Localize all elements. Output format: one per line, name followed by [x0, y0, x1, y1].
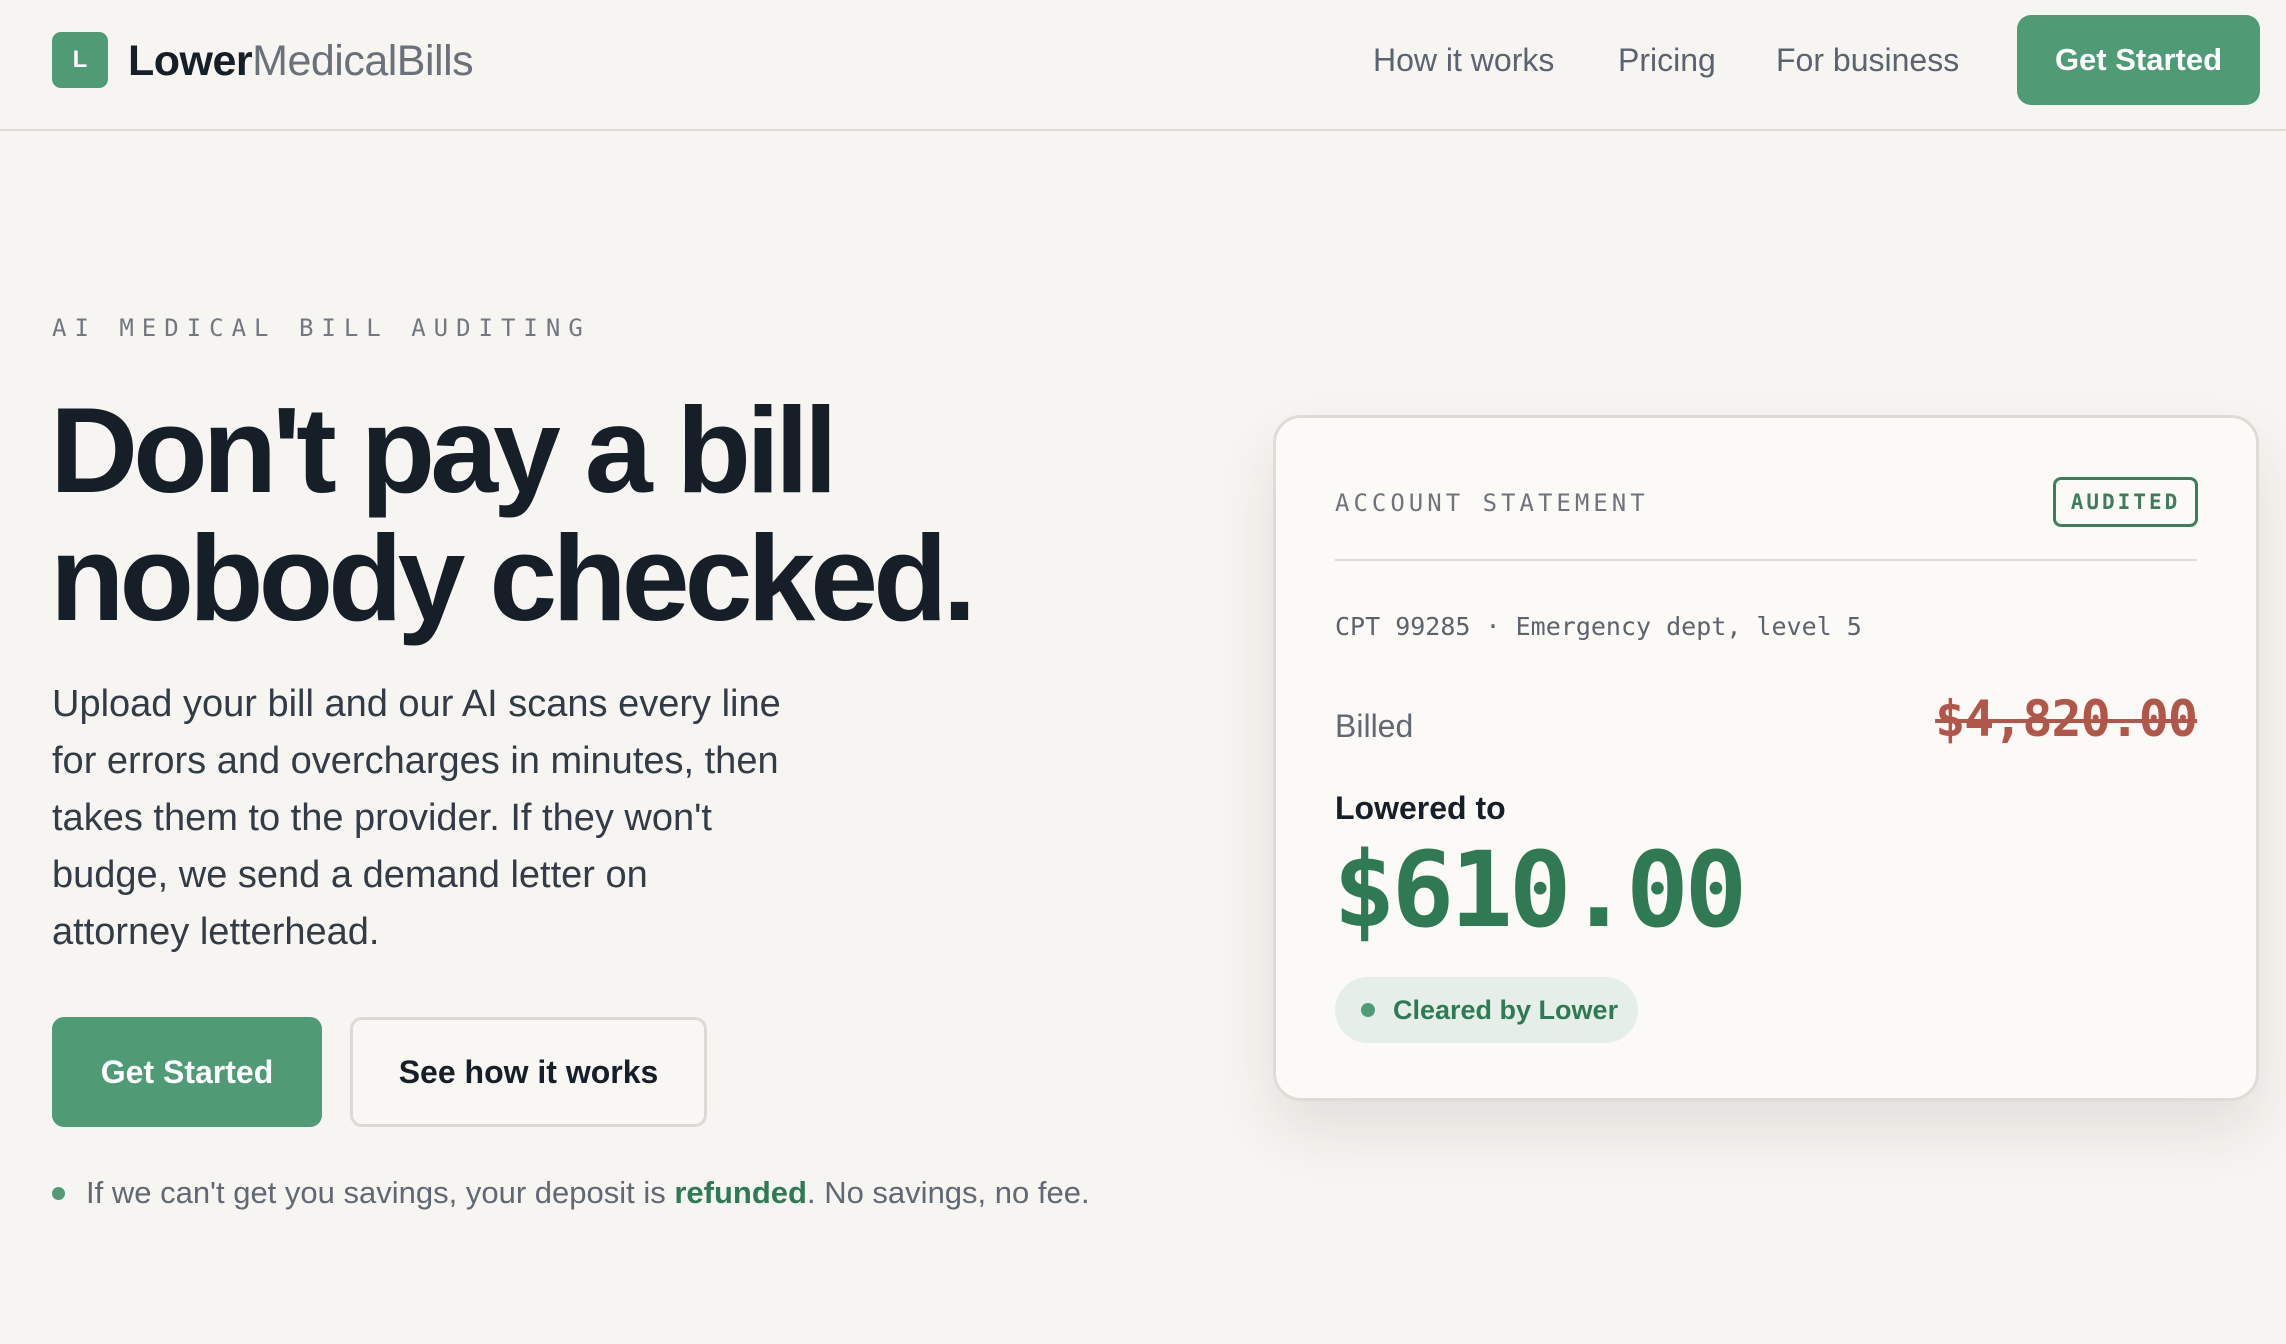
card-divider: [1335, 559, 2197, 561]
nav-link-pricing[interactable]: Pricing: [1618, 38, 1716, 82]
refund-guarantee: If we can't get you savings, your deposi…: [52, 1172, 1090, 1214]
hero-lead: Upload your bill and our AI scans every …: [52, 683, 781, 953]
cleared-status-pill: Cleared by Lower: [1335, 977, 1638, 1043]
header-get-started-button[interactable]: Get Started: [2017, 15, 2260, 105]
brand-name-light: MedicalBills: [252, 37, 474, 85]
logo-icon[interactable]: L: [52, 32, 108, 88]
bullet-dot-icon: [52, 1186, 65, 1200]
cpt-code-line: CPT 99285 · Emergency dept, level 5: [1335, 612, 1862, 641]
status-dot-icon: [1361, 1003, 1375, 1017]
brand-name[interactable]: LowerMedicalBills: [128, 34, 474, 88]
lowered-label: Lowered to: [1335, 790, 1506, 826]
audited-badge: AUDITED: [2053, 477, 2198, 527]
card-title: ACCOUNT STATEMENT: [1335, 489, 1649, 517]
guarantee-highlight: refunded: [674, 1175, 807, 1210]
billed-amount: $4,820.00: [1935, 690, 2198, 748]
billed-label: Billed: [1335, 708, 1414, 744]
hero-eyebrow: AI MEDICAL BILL AUDITING: [52, 314, 591, 342]
nav-link-how-it-works[interactable]: How it works: [1373, 38, 1554, 82]
site-header: L LowerMedicalBills How it works Pricing…: [0, 0, 2286, 131]
guarantee-text-after: . No savings, no fee.: [806, 1175, 1090, 1210]
hero-get-started-button[interactable]: Get Started: [52, 1017, 322, 1127]
brand-name-bold: Lower: [128, 37, 253, 85]
headline-line-1: Don't pay a bill: [50, 382, 838, 518]
hero-headline: Don't pay a bill nobody checked.: [50, 382, 977, 646]
headline-line-2: nobody checked.: [50, 510, 977, 646]
guarantee-text-before: If we can't get you savings, your deposi…: [86, 1175, 675, 1210]
see-how-it-works-button[interactable]: See how it works: [350, 1017, 707, 1127]
lowered-amount: $610.00: [1333, 829, 1747, 951]
nav-link-for-business[interactable]: For business: [1776, 38, 1959, 82]
status-pill-label: Cleared by Lower: [1393, 994, 1619, 1025]
